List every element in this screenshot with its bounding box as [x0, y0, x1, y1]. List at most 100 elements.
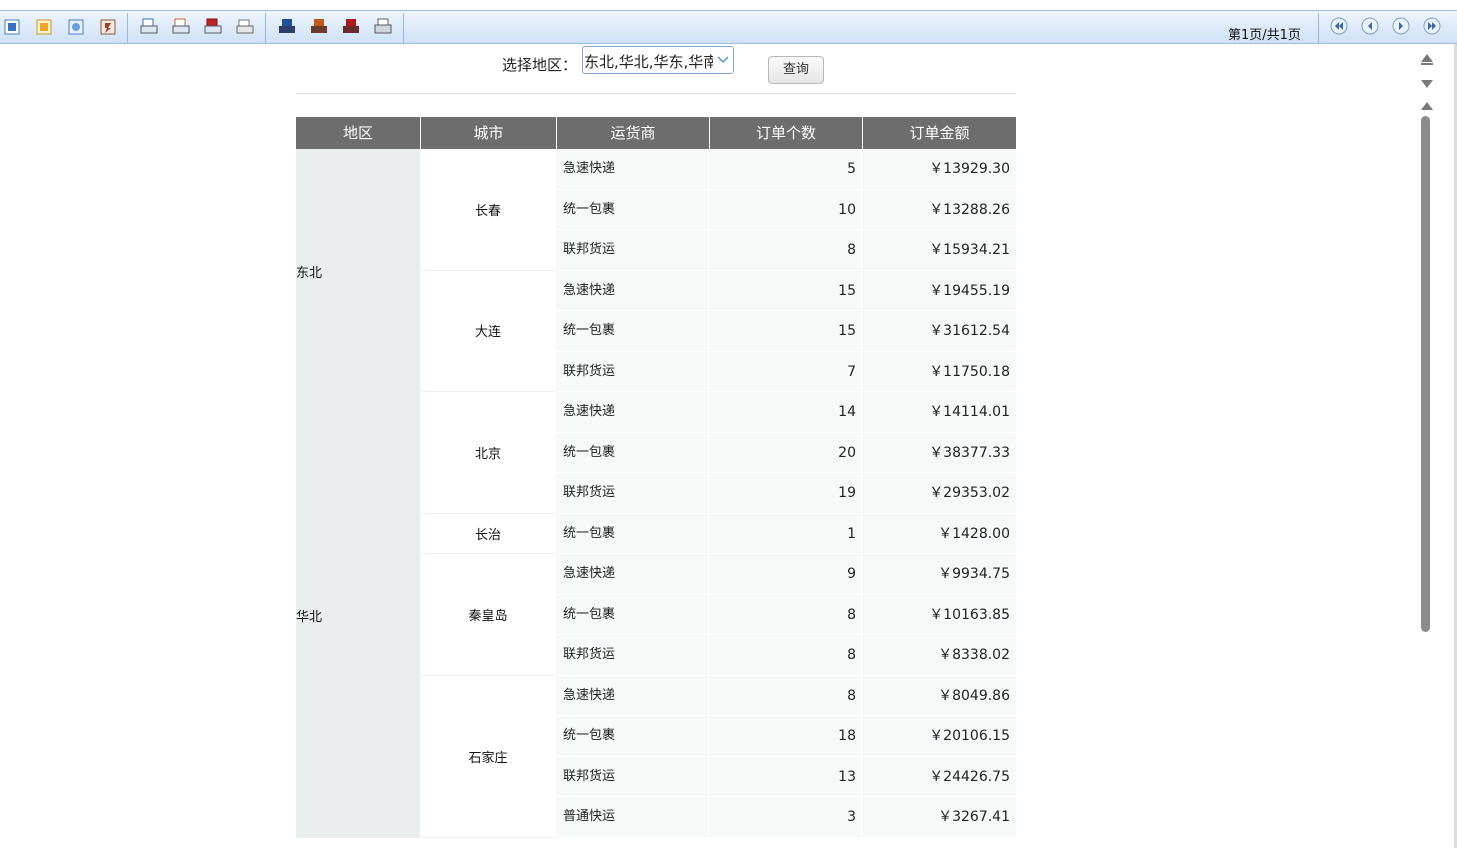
table-row: 联邦货运 13 ￥24426.75 [556, 756, 1016, 797]
order-amount-cell: ￥19455.19 [862, 270, 1016, 311]
page-navigation [1330, 17, 1441, 35]
order-amount-cell: ￥9934.75 [862, 554, 1016, 594]
order-amount-cell: ￥8338.02 [862, 635, 1016, 675]
city-label: 石家庄 [468, 750, 508, 766]
shipper-cell: 统一包裹 [556, 513, 709, 554]
order-count-cell: 10 [709, 189, 862, 230]
scroll-thumb[interactable] [1421, 116, 1430, 632]
order-count-cell: 18 [709, 716, 862, 756]
print-group [139, 11, 267, 43]
city-cell: 北京 [421, 392, 556, 514]
city-label: 大连 [474, 325, 501, 341]
order-amount-cell: ￥29353.02 [862, 473, 1016, 513]
region-select[interactable]: 东北,华北,华东,华南 [582, 46, 734, 74]
order-count-cell: 15 [709, 270, 862, 311]
header-shipper: 运货商 [557, 117, 710, 149]
query-bar: 选择地区： 东北,华北,华东,华南 查询 [0, 46, 1457, 94]
table-row: 统一包裹 20 ￥38377.33 [556, 432, 1016, 473]
order-amount-cell: ￥38377.33 [862, 432, 1016, 473]
query-button[interactable]: 查询 [768, 56, 824, 84]
header-order-count: 订单个数 [710, 117, 863, 149]
shipper-cell: 统一包裹 [556, 594, 709, 635]
page-info: 第1页/共1页 [1228, 28, 1301, 43]
chevron-down-icon[interactable] [713, 47, 733, 73]
word-save-icon[interactable] [277, 17, 297, 37]
region-cell: 华北 [296, 392, 421, 838]
order-count-cell: 1 [709, 513, 862, 554]
city-cell: 长治 [421, 513, 556, 554]
shipper-cell: 急速快递 [556, 554, 709, 594]
order-amount-cell: ￥14114.01 [862, 392, 1016, 432]
order-count-cell: 8 [709, 594, 862, 635]
order-amount-cell: ￥24426.75 [862, 756, 1016, 797]
order-count-cell: 15 [709, 311, 862, 351]
scroll-down-icon[interactable] [1420, 76, 1434, 90]
scroll-up-icon[interactable] [1420, 98, 1434, 112]
shipper-cell: 统一包裹 [556, 189, 709, 230]
table-row: 联邦货运 8 ￥8338.02 [556, 635, 1016, 676]
city-cell: 石家庄 [421, 675, 556, 838]
pdf-print-icon[interactable] [203, 17, 223, 37]
excel-export-icon[interactable] [34, 17, 54, 37]
printer-icon[interactable] [373, 17, 393, 37]
shipper-cell: 急速快递 [556, 270, 709, 311]
shipper-cell: 联邦货运 [556, 473, 709, 513]
region-cell: 东北 [296, 149, 421, 392]
excel-print-icon[interactable] [171, 17, 191, 37]
table-row: 统一包裹 10 ￥13288.26 [556, 189, 1016, 230]
shipper-cell: 统一包裹 [556, 311, 709, 351]
city-label: 北京 [474, 446, 501, 462]
order-count-cell: 8 [709, 675, 862, 716]
image-export-icon[interactable] [66, 17, 86, 37]
order-amount-cell: ￥13929.30 [862, 149, 1016, 189]
table-row: 联邦货运 7 ￥11750.18 [556, 351, 1016, 392]
region-select-value: 东北,华北,华东,华南 [584, 53, 719, 71]
shipper-cell: 急速快递 [556, 675, 709, 716]
toolbar-separator [1318, 13, 1319, 43]
order-count-cell: 5 [709, 149, 862, 189]
city-cell: 大连 [421, 270, 556, 392]
table-row: 急速快递 8 ￥8049.86 [556, 675, 1016, 716]
toolbar-separator [265, 13, 266, 43]
prev-page-icon[interactable] [1361, 17, 1379, 35]
city-cell: 秦皇岛 [421, 554, 556, 676]
excel-save-icon[interactable] [309, 17, 329, 37]
table-row: 联邦货运 19 ￥29353.02 [556, 473, 1016, 514]
pdf-save-icon[interactable] [341, 17, 361, 37]
order-amount-cell: ￥20106.15 [862, 716, 1016, 756]
flash-export-icon[interactable] [98, 17, 118, 37]
order-count-cell: 7 [709, 351, 862, 392]
shipper-cell: 联邦货运 [556, 756, 709, 797]
city-label: 秦皇岛 [468, 608, 508, 624]
table-row: 急速快递 15 ￥19455.19 [556, 270, 1016, 311]
shipper-cell: 统一包裹 [556, 432, 709, 473]
shipper-cell: 急速快递 [556, 149, 709, 189]
shipper-cell: 联邦货运 [556, 351, 709, 392]
direct-print-icon[interactable] [235, 17, 255, 37]
vertical-scrollbar[interactable] [1415, 46, 1439, 848]
save-group [277, 11, 405, 43]
row-divider [556, 836, 1016, 838]
table-row: 统一包裹 18 ￥20106.15 [556, 716, 1016, 757]
table-row: 普通快运 3 ￥3267.41 [556, 797, 1016, 838]
first-page-icon[interactable] [1330, 17, 1348, 35]
region-select-label: 选择地区： [502, 56, 578, 74]
order-amount-cell: ￥10163.85 [862, 594, 1016, 635]
divider [296, 93, 1016, 94]
scroll-top-icon[interactable] [1420, 50, 1434, 65]
order-amount-cell: ￥31612.54 [862, 311, 1016, 351]
table-row: 急速快递 14 ￥14114.01 [556, 392, 1016, 433]
shipper-cell: 普通快运 [556, 797, 709, 837]
order-count-cell: 8 [709, 230, 862, 270]
word-export-icon[interactable] [2, 17, 22, 37]
order-amount-cell: ￥13288.26 [862, 189, 1016, 230]
table-row: 急速快递 5 ￥13929.30 [556, 149, 1016, 190]
next-page-icon[interactable] [1392, 17, 1410, 35]
order-count-cell: 20 [709, 432, 862, 473]
print-preview-icon[interactable] [139, 17, 159, 37]
order-count-cell: 19 [709, 473, 862, 513]
order-count-cell: 13 [709, 756, 862, 797]
table-row: 联邦货运 8 ￥15934.21 [556, 230, 1016, 271]
export-group [2, 11, 130, 43]
last-page-icon[interactable] [1423, 17, 1441, 35]
